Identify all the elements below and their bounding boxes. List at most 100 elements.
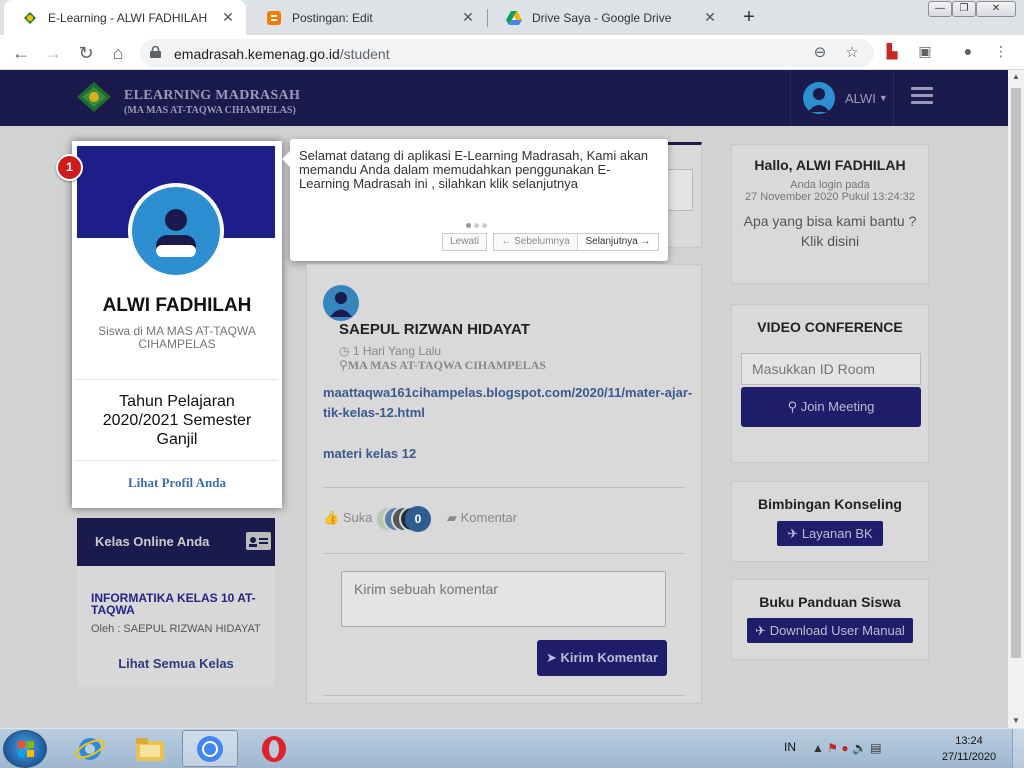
- see-all-classes-link[interactable]: Lihat Semua Kelas: [77, 656, 275, 671]
- internet-explorer-icon: [75, 737, 105, 760]
- tour-next-button[interactable]: Selanjutnya →: [577, 233, 659, 251]
- pdf-extension-icon[interactable]: ▙: [882, 41, 902, 61]
- tray-app-icon[interactable]: ●: [841, 741, 848, 755]
- comment-icon: ▰: [447, 510, 461, 525]
- page-viewport: ELEARNING MADRASAH (MA MAS AT-TAQWA CIHA…: [0, 70, 1008, 728]
- window-close-button[interactable]: ✕: [976, 1, 1016, 17]
- tour-prev-button[interactable]: ← Sebelumnya: [493, 233, 578, 251]
- maximize-button[interactable]: ❐: [952, 1, 976, 17]
- volume-icon[interactable]: 🔊: [852, 741, 867, 755]
- room-id-input[interactable]: [741, 353, 921, 385]
- minimize-button[interactable]: —: [928, 1, 952, 17]
- extension-icon[interactable]: ▣: [915, 41, 935, 61]
- network-icon[interactable]: ▤: [870, 741, 881, 755]
- tour-popover: Selamat datang di aplikasi E-Learning Ma…: [282, 139, 668, 261]
- post-card: SAEPUL RIZWAN HIDAYAT ◷ 1 Hari Yang Lalu…: [306, 264, 702, 704]
- tab-close-icon[interactable]: ✕: [702, 9, 718, 26]
- clock-time: 13:24: [955, 735, 983, 747]
- post-place: ⚲MA MAS AT-TAQWA CIHAMPELAS: [339, 358, 546, 373]
- bookmark-star-icon[interactable]: ☆: [842, 43, 862, 63]
- post-time-text: 1 Hari Yang Lalu: [352, 344, 442, 358]
- join-meeting-button[interactable]: ⚲ Join Meeting: [741, 387, 921, 427]
- divider: [323, 695, 685, 696]
- user-menu[interactable]: ALWI ▼: [790, 70, 894, 126]
- home-icon[interactable]: ⌂: [106, 41, 130, 65]
- tab-elearning[interactable]: E-Learning - ALWI FADHILAH ✕: [4, 0, 246, 35]
- site-name: ELEARNING MADRASAH (MA MAS AT-TAQWA CIHA…: [124, 88, 300, 116]
- counseling-service-button[interactable]: ✈ Layanan BK: [777, 521, 883, 546]
- profile-name: ALWI FADHILAH: [102, 295, 252, 316]
- show-desktop-button[interactable]: [1012, 729, 1024, 768]
- input-language[interactable]: IN: [784, 740, 796, 754]
- id-card-icon: [246, 532, 271, 550]
- page-scrollbar[interactable]: ▲ ▼: [1008, 70, 1024, 728]
- course-link[interactable]: INFORMATIKA KELAS 10 AT-TAQWA: [91, 592, 271, 616]
- search-icon: ⚲: [787, 399, 801, 414]
- new-tab-button[interactable]: +: [738, 6, 760, 28]
- hamburger-menu-icon[interactable]: [911, 87, 933, 105]
- chevron-down-icon: ▼: [878, 93, 888, 103]
- tray-expand-icon[interactable]: ▲: [812, 741, 824, 755]
- author-avatar: [323, 285, 359, 321]
- tab-close-icon[interactable]: ✕: [220, 9, 236, 26]
- avatar: [803, 82, 835, 114]
- tab-title: Postingan: Edit: [292, 10, 373, 25]
- counseling-service-label: Layanan BK: [801, 526, 873, 541]
- tab-title: Drive Saya - Google Drive: [532, 10, 672, 25]
- divider: [323, 487, 685, 488]
- scroll-up-icon[interactable]: ▲: [1008, 70, 1024, 84]
- join-meeting-label: Join Meeting: [800, 399, 875, 414]
- download-manual-label: Download User Manual: [769, 623, 905, 638]
- greeting-card: Hallo, ALWI FADHILAH Anda login pada 27 …: [731, 144, 929, 284]
- start-button[interactable]: [3, 730, 47, 768]
- back-icon[interactable]: ←: [9, 41, 33, 65]
- system-clock[interactable]: 13:24 27/11/2020: [934, 733, 1004, 765]
- tour-step-badge: 1: [56, 154, 83, 181]
- opera-icon: [262, 735, 286, 762]
- post-composer-input[interactable]: [667, 169, 693, 211]
- scroll-thumb[interactable]: [1011, 88, 1021, 658]
- tour-skip-button[interactable]: Lewati: [442, 233, 487, 251]
- divider: [323, 553, 685, 554]
- help-link[interactable]: Apa yang bisa kami bantu ? Klik disini: [732, 211, 928, 251]
- site-name-line2: (MA MAS AT-TAQWA CIHAMPELAS): [124, 105, 296, 116]
- tray-app-icon[interactable]: ⚑: [827, 741, 838, 755]
- site-name-line1: ELEARNING MADRASAH: [124, 88, 301, 103]
- system-tray: ▲ ⚑ ● 🔊 ▤: [812, 741, 882, 755]
- user-silhouette-icon: [330, 292, 352, 317]
- profile-icon[interactable]: ●: [958, 41, 978, 61]
- comment-input[interactable]: [341, 571, 666, 627]
- user-menu-label: ALWI: [845, 90, 876, 106]
- forward-icon[interactable]: →: [41, 41, 65, 65]
- tab-postingan[interactable]: Postingan: Edit ✕: [248, 0, 486, 35]
- download-manual-button[interactable]: ✈ Download User Manual: [747, 618, 913, 643]
- comment-button[interactable]: ▰ Komentar: [447, 510, 517, 526]
- like-button[interactable]: 👍 Suka: [323, 510, 372, 526]
- user-manual-card: Buku Panduan Siswa ✈ Download User Manua…: [731, 579, 929, 660]
- folder-icon: [136, 737, 164, 761]
- tab-drive[interactable]: Drive Saya - Google Drive ✕: [488, 0, 728, 35]
- paper-plane-icon: ➤: [545, 650, 561, 665]
- madrasah-favicon-icon: [22, 10, 38, 26]
- address-bar[interactable]: emadrasah.kemenag.go.id/student ⊖ ☆: [140, 39, 874, 67]
- menu-icon[interactable]: ⋮: [991, 41, 1011, 61]
- clock-icon: ◷: [339, 344, 353, 358]
- taskbar-opera[interactable]: [246, 730, 302, 767]
- lock-icon: [150, 46, 161, 58]
- taskbar-explorer[interactable]: [122, 730, 178, 767]
- taskbar-ie[interactable]: [62, 730, 118, 767]
- kemenag-logo-icon: [77, 82, 111, 112]
- login-line2: 27 November 2020 Pukul 13:24:32: [744, 191, 915, 203]
- zoom-icon[interactable]: ⊖: [810, 43, 830, 63]
- view-profile-link[interactable]: Lihat Profil Anda: [76, 475, 278, 491]
- online-classes-header: Kelas Online Anda: [77, 518, 275, 566]
- taskbar-chrome[interactable]: [182, 730, 238, 767]
- send-comment-button[interactable]: ➤ Kirim Komentar: [537, 640, 667, 676]
- scroll-down-icon[interactable]: ▼: [1008, 714, 1024, 728]
- tab-close-icon[interactable]: ✕: [460, 9, 476, 26]
- send-comment-label: Kirim Komentar: [560, 650, 659, 665]
- post-url-link[interactable]: maattaqwa161cihampelas.blogspot.com/2020…: [323, 383, 693, 423]
- reload-icon[interactable]: ↻: [74, 41, 98, 65]
- post-author[interactable]: SAEPUL RIZWAN HIDAYAT: [339, 321, 530, 338]
- drive-favicon-icon: [506, 10, 522, 26]
